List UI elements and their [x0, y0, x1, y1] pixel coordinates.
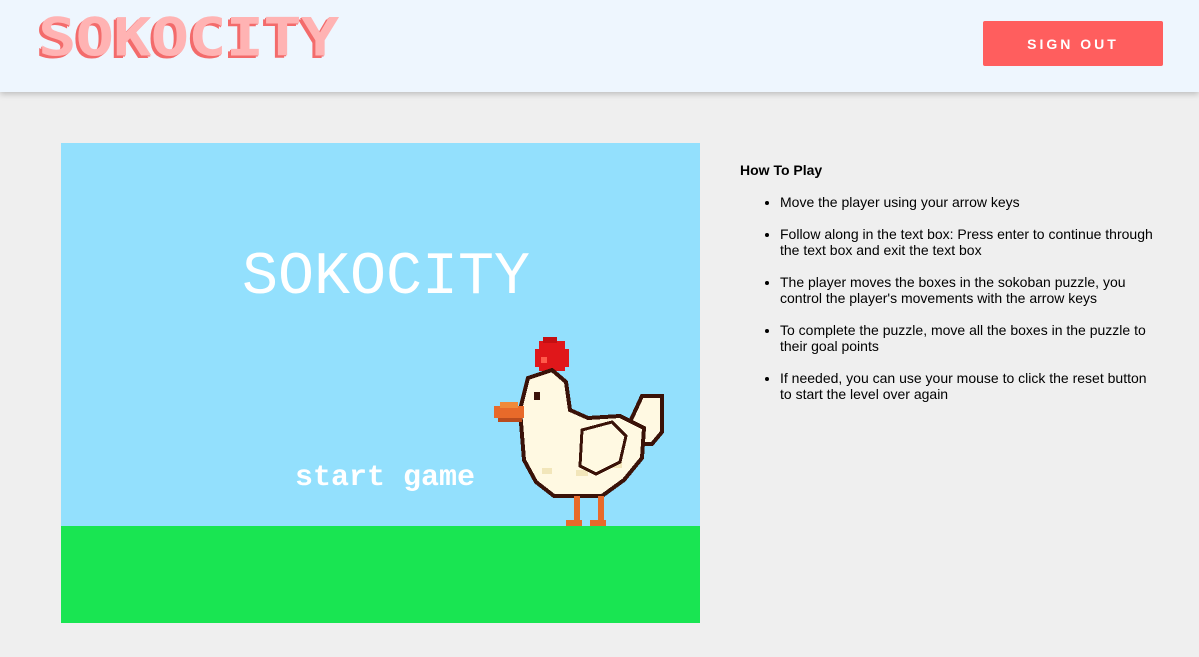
instruction-item: Follow along in the text box: Press ente… — [780, 226, 1160, 258]
top-bar: SOKOCITY SIGN OUT — [0, 0, 1199, 92]
how-to-play-panel: How To Play Move the player using your a… — [740, 162, 1160, 418]
how-to-play-heading: How To Play — [740, 162, 823, 178]
instructions-list: Move the player using your arrow keys Fo… — [740, 194, 1160, 402]
start-game-button[interactable]: start game — [295, 461, 475, 495]
sign-out-button[interactable]: SIGN OUT — [983, 21, 1163, 66]
instruction-item: If needed, you can use your mouse to cli… — [780, 370, 1160, 402]
game-canvas[interactable]: SOKOCITY start game — [61, 143, 700, 623]
instruction-item: The player moves the boxes in the sokoba… — [780, 274, 1160, 306]
chicken-sprite — [494, 337, 664, 526]
ground — [61, 526, 700, 623]
instruction-item: Move the player using your arrow keys — [780, 194, 1160, 210]
instruction-item: To complete the puzzle, move all the box… — [780, 322, 1160, 354]
site-logo: SOKOCITY — [38, 7, 339, 69]
game-title: SOKOCITY — [241, 244, 531, 312]
